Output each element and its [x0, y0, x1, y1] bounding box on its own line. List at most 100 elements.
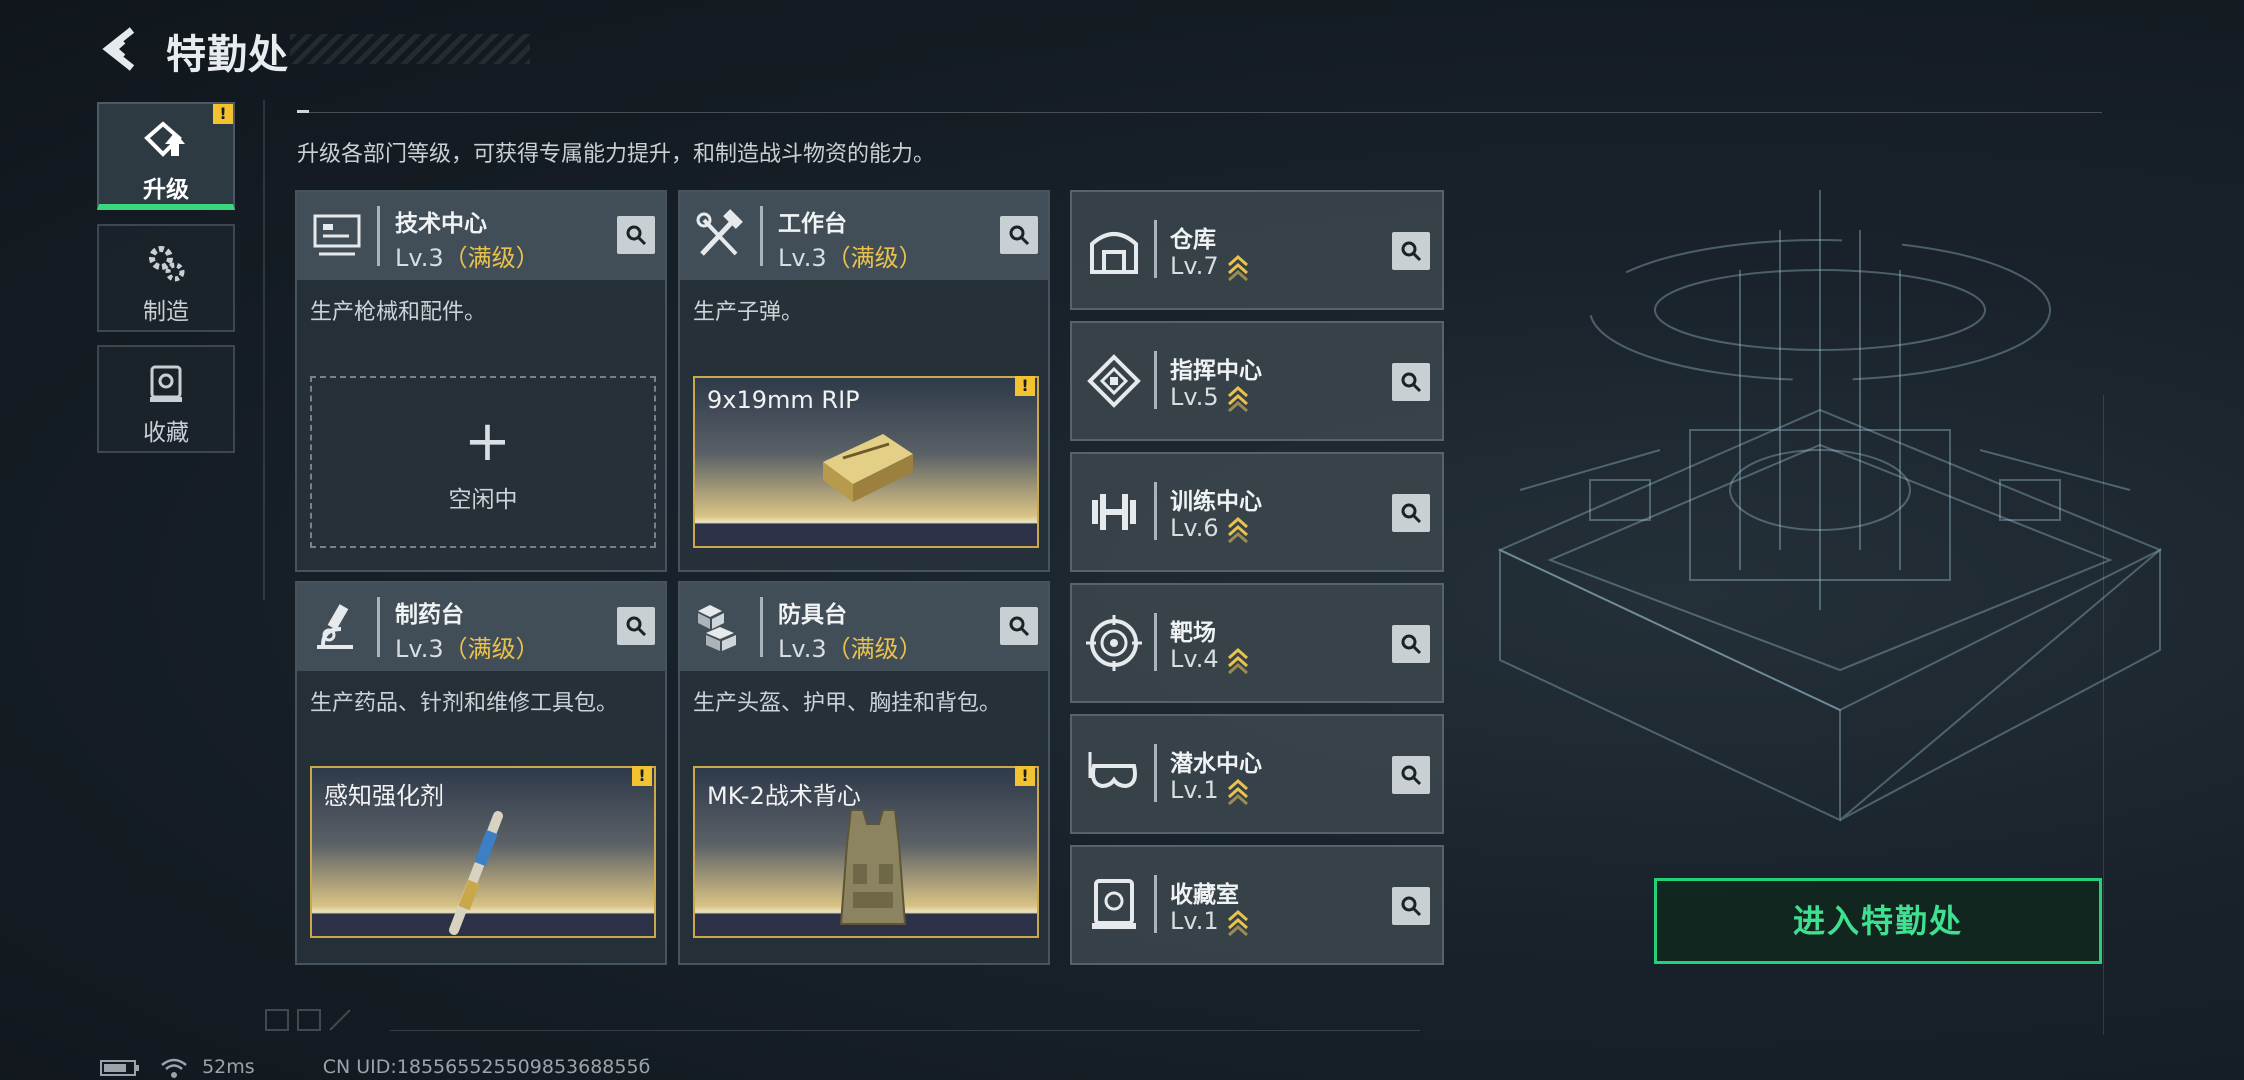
- product-name: 感知强化剂: [324, 782, 444, 810]
- production-slot-idle[interactable]: + 空闲中: [310, 376, 656, 548]
- workshop-description: 生产枪械和配件。: [310, 300, 487, 325]
- ping-value: 52ms: [202, 1056, 255, 1078]
- building-level: Lv.1: [1170, 776, 1249, 805]
- back-button[interactable]: [96, 24, 146, 74]
- workshop-description: 生产子弹。: [693, 300, 804, 325]
- hammer-wrench-icon: [696, 209, 743, 256]
- workshop-name: 工作台: [778, 211, 847, 237]
- inspect-button[interactable]: [1392, 232, 1430, 270]
- workshop-card-workbench[interactable]: 工作台 Lv.3（满级） 生产子弹。 9x19mm RIP !: [678, 190, 1050, 572]
- building-level: Lv.4: [1170, 645, 1249, 674]
- tab-label: 制造: [143, 299, 189, 325]
- tab-upgrade[interactable]: 升级 !: [97, 102, 235, 210]
- enter-special-ops-button[interactable]: 进入特勤处: [1654, 878, 2102, 964]
- building-level: Lv.5: [1170, 383, 1249, 412]
- building-name: 训练中心: [1170, 489, 1262, 515]
- building-name: 靶场: [1170, 620, 1216, 646]
- building-command-center[interactable]: 指挥中心 Lv.5: [1070, 321, 1444, 441]
- workshop-card-armory[interactable]: 防具台 Lv.3（满级） 生产头盔、护甲、胸挂和背包。 MK-2战术背心 !: [678, 581, 1050, 965]
- slot-status: 空闲中: [448, 487, 518, 513]
- gear-icon: [149, 246, 185, 282]
- building-level: Lv.7: [1170, 252, 1249, 281]
- base-blueprint-illustration: [1497, 190, 2163, 822]
- upgrade-arrow-icon: [1227, 254, 1248, 281]
- upgrade-arrow-icon: [1227, 385, 1248, 412]
- page-description: 升级各部门等级，可获得专属能力提升，和制造战斗物资的能力。: [297, 142, 936, 167]
- workshop-level: Lv.3（满级）: [778, 635, 923, 663]
- workshop-name: 制药台: [395, 602, 464, 628]
- alert-badge: !: [1015, 376, 1035, 396]
- injector-image: [449, 811, 503, 935]
- decor-line: [263, 100, 265, 600]
- command-icon: [1087, 354, 1141, 408]
- enter-button-label: 进入特勤处: [1792, 902, 1963, 940]
- search-icon: [1401, 503, 1422, 524]
- inspect-button[interactable]: [617, 216, 655, 254]
- workshop-name: 防具台: [778, 602, 847, 628]
- building-name: 指挥中心: [1170, 358, 1262, 384]
- monitor-icon: [313, 214, 361, 256]
- collection-icon: [150, 365, 182, 402]
- workshop-level: Lv.3（满级）: [778, 244, 923, 272]
- search-icon: [626, 225, 647, 246]
- tab-collection[interactable]: 收藏: [97, 345, 235, 453]
- search-icon: [1401, 241, 1422, 262]
- production-slot[interactable]: 9x19mm RIP !: [693, 376, 1039, 548]
- search-icon: [1401, 634, 1422, 655]
- dumbbell-icon: [1092, 494, 1136, 530]
- page-title: 特勤处: [166, 32, 289, 78]
- upgrade-arrow-icon: [1227, 909, 1248, 936]
- warehouse-icon: [1090, 232, 1138, 274]
- workshop-name: 技术中心: [395, 211, 487, 237]
- inspect-button[interactable]: [1392, 756, 1430, 794]
- divider-tick: [297, 110, 309, 113]
- collection-icon: [1092, 879, 1136, 929]
- inspect-button[interactable]: [1392, 494, 1430, 532]
- building-name: 仓库: [1170, 227, 1216, 253]
- building-warehouse[interactable]: 仓库 Lv.7: [1070, 190, 1444, 310]
- workshop-description: 生产头盔、护甲、胸挂和背包。: [693, 691, 1002, 716]
- building-shooting-range[interactable]: 靶场 Lv.4: [1070, 583, 1444, 703]
- building-training-center[interactable]: 训练中心 Lv.6: [1070, 452, 1444, 572]
- inspect-button[interactable]: [1000, 607, 1038, 645]
- search-icon: [626, 616, 647, 637]
- inspect-button[interactable]: [1392, 363, 1430, 401]
- inspect-button[interactable]: [617, 607, 655, 645]
- workshop-card-pharmacy[interactable]: 制药台 Lv.3（满级） 生产药品、针剂和维修工具包。 感知强化剂 !: [295, 581, 667, 965]
- workshop-card-tech-center[interactable]: 技术中心 Lv.3（满级） 生产枪械和配件。 + 空闲中: [295, 190, 667, 572]
- decor-marks: [265, 1009, 351, 1031]
- tab-craft[interactable]: 制造: [97, 224, 235, 332]
- decor-line: [390, 1030, 1420, 1031]
- upgrade-arrow-icon: [1227, 647, 1248, 674]
- building-name: 潜水中心: [1170, 751, 1262, 777]
- building-name: 收藏室: [1170, 882, 1239, 908]
- title-decoration: [290, 34, 530, 64]
- wifi-icon: [161, 1058, 187, 1078]
- product-name: 9x19mm RIP: [707, 386, 860, 414]
- production-slot[interactable]: 感知强化剂 !: [310, 766, 656, 938]
- building-level: Lv.1: [1170, 907, 1249, 936]
- decor-line: [2103, 395, 2104, 1035]
- building-collection-room[interactable]: 收藏室 Lv.1: [1070, 845, 1444, 965]
- status-bar: 52ms CN UID:18556552550985368855б: [100, 1056, 672, 1079]
- inspect-button[interactable]: [1000, 216, 1038, 254]
- inspect-button[interactable]: [1392, 887, 1430, 925]
- search-icon: [1401, 765, 1422, 786]
- diving-mask-icon: [1088, 752, 1137, 789]
- building-diving-center[interactable]: 潜水中心 Lv.1: [1070, 714, 1444, 834]
- search-icon: [1401, 896, 1422, 917]
- production-slot[interactable]: MK-2战术背心 !: [693, 766, 1039, 938]
- ammo-box-image: [823, 434, 913, 502]
- tab-label: 收藏: [143, 420, 189, 446]
- microscope-icon: [317, 604, 353, 649]
- target-icon: [1086, 615, 1142, 671]
- tab-label: 升级: [143, 177, 189, 203]
- search-icon: [1009, 616, 1030, 637]
- alert-badge: !: [632, 766, 652, 786]
- inspect-button[interactable]: [1392, 625, 1430, 663]
- armor-blocks-icon: [698, 605, 736, 651]
- alert-badge: !: [1015, 766, 1035, 786]
- alert-badge: !: [213, 104, 233, 124]
- workshop-description: 生产药品、针剂和维修工具包。: [310, 691, 619, 716]
- search-icon: [1401, 372, 1422, 393]
